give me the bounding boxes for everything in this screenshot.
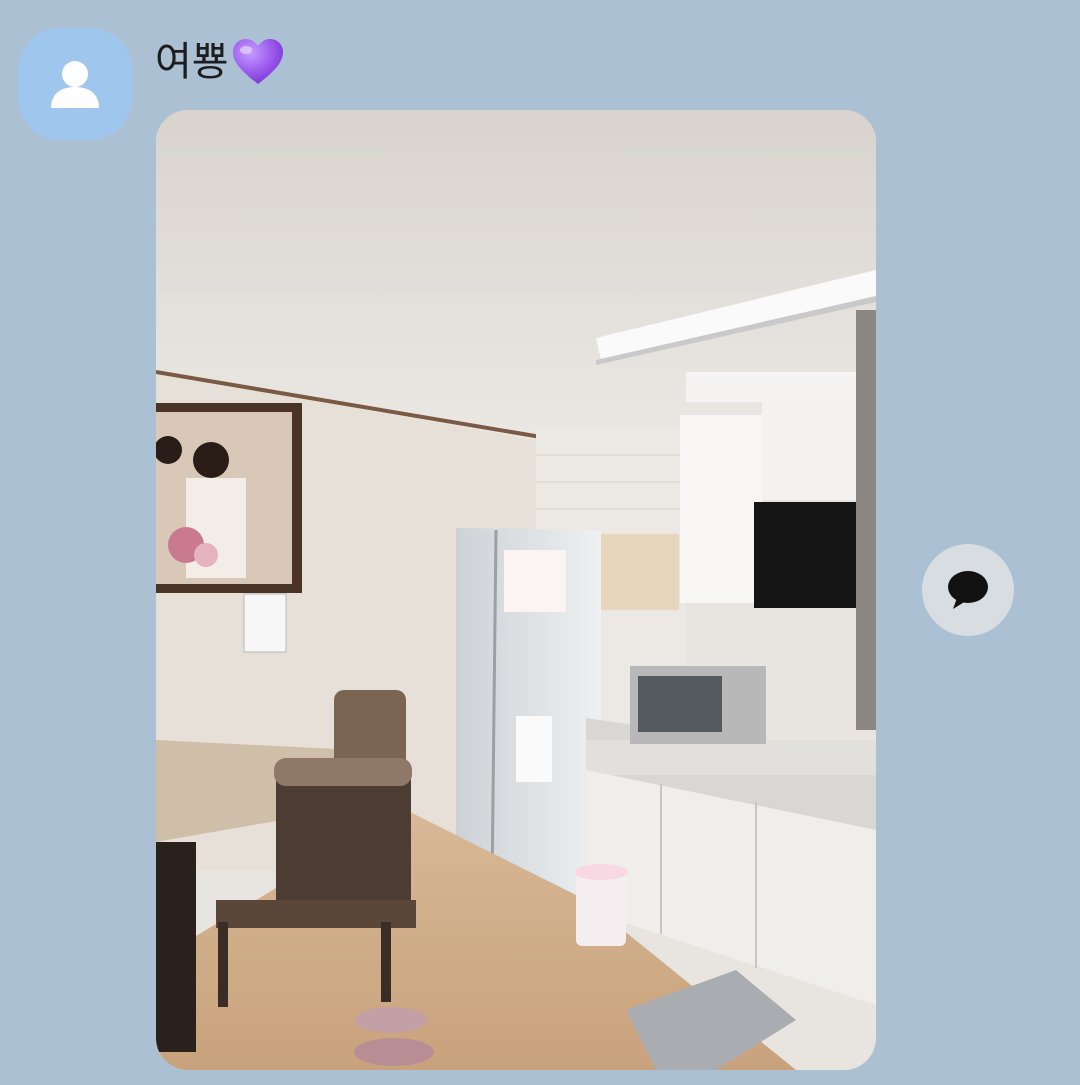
- speech-bubble-icon: [948, 571, 988, 609]
- default-profile-icon: [51, 61, 99, 108]
- kitchen-photo: [156, 110, 876, 1070]
- reply-button[interactable]: [922, 544, 1014, 636]
- sender-name: 여뿅: [155, 39, 229, 85]
- avatar[interactable]: [18, 28, 132, 140]
- sender-header: 여뿅: [155, 34, 285, 90]
- purple-heart-icon: [231, 37, 285, 87]
- photo-message[interactable]: [156, 110, 876, 1070]
